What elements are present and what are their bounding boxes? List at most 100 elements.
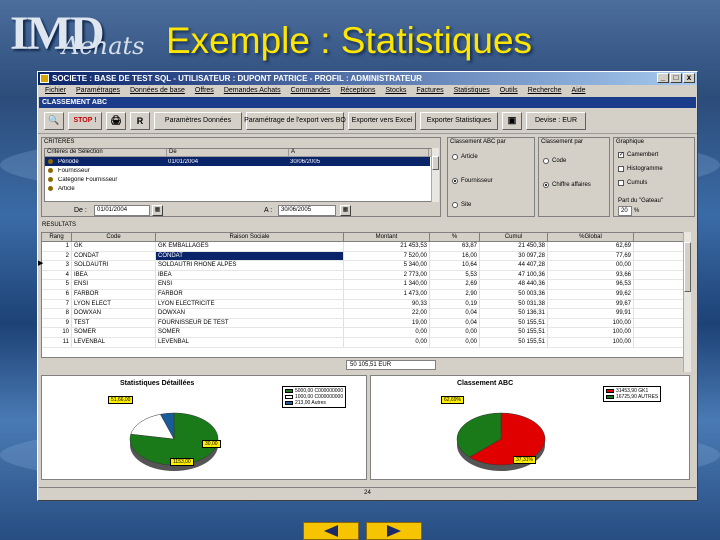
menu-item[interactable]: Factures <box>411 85 448 97</box>
grid-col-header[interactable]: Raison Sociale <box>156 233 344 241</box>
grid-cell: 11 <box>42 337 72 347</box>
radio-code[interactable]: Code <box>543 158 566 164</box>
radio-chiffre-affaires[interactable]: Chiffre affaires <box>543 182 591 188</box>
print-button[interactable]: 🖨 <box>106 111 126 130</box>
a-date-field[interactable]: 30/06/2005 <box>278 205 336 216</box>
status-bar: 24 <box>39 487 696 499</box>
legend-label: 213,00 Autres <box>295 400 326 406</box>
grid-cell: 10,64 <box>430 261 480 270</box>
criteria-row[interactable]: Période 01/01/2004 30/06/2005 <box>45 157 430 166</box>
table-row[interactable]: 10 SOMER SOMER 0,00 0,00 50 155,51 100,00 <box>42 328 686 338</box>
menu-item[interactable]: Aide <box>567 85 591 97</box>
grid-cell: 30 097,28 <box>480 251 548 261</box>
prev-slide-button[interactable] <box>303 522 359 540</box>
devise-icon-button[interactable]: ▣ <box>502 111 522 130</box>
table-row[interactable]: 4 IBEA IBEA 2 773,00 5,53 47 100,36 93,66 <box>42 270 686 281</box>
stop-button[interactable]: STOP ! <box>68 111 102 130</box>
results-total: 50 105,51 EUR <box>346 360 436 370</box>
menu-item[interactable]: Statistiques <box>449 85 495 97</box>
logo-sub-text: Achats <box>62 32 145 60</box>
r-button[interactable]: R <box>130 111 150 130</box>
parametres-donnees-button[interactable]: Paramètres Données <box>154 111 242 130</box>
a-calendar-button[interactable]: ▦ <box>340 205 351 216</box>
current-row-indicator: ▶ <box>38 260 44 267</box>
table-row[interactable]: 8 DOWXAN DOWXAN 22,00 0,04 50 136,31 99,91 <box>42 309 686 319</box>
minimize-button[interactable]: _ <box>657 73 669 83</box>
grid-col-header[interactable]: Cumul <box>480 233 548 241</box>
criteria-label: Période <box>58 158 79 165</box>
grid-cell: SOMER <box>72 328 156 337</box>
part-gateau-field[interactable]: 20 <box>618 206 632 216</box>
radio-article[interactable]: Article <box>452 154 478 160</box>
right-chart-title: Classement ABC <box>457 380 514 387</box>
menu-item[interactable]: Fichier <box>40 85 71 97</box>
table-row[interactable]: 7 LYON ELECT LYON ELECTRICITE 90,33 0,19 50 0… <box>42 299 686 310</box>
grid-col-header[interactable]: %Global <box>548 233 634 241</box>
criteria-header: CRITERES <box>44 139 75 145</box>
table-row[interactable]: 3 SOLDAUTRI SOLDAUTRI RHONE ALPES 5 340,00 1… <box>42 261 686 271</box>
radio-site[interactable]: Site <box>452 202 471 208</box>
legend-swatch <box>606 389 614 393</box>
menu-bar: Fichier Paramétrages Données de base Offres… <box>38 85 697 97</box>
close-button[interactable]: x <box>683 73 695 83</box>
right-chart-tag: 62,69% <box>441 396 464 404</box>
devise-button[interactable]: Devise : EUR <box>526 111 586 130</box>
export-bo-button[interactable]: Paramétrage de l'export vers BO <box>244 111 346 130</box>
checkbox-camembert[interactable]: ✓ Camembert <box>618 152 658 158</box>
grid-col-header[interactable]: Rang <box>42 233 72 241</box>
grid-cell: 2,69 <box>430 280 480 289</box>
grid-col-header[interactable]: Montant <box>344 233 430 241</box>
left-chart-tag: 1153,00 <box>170 458 194 466</box>
radio-label: Chiffre affaires <box>552 182 591 188</box>
next-slide-button[interactable] <box>366 522 422 540</box>
maximize-button[interactable]: □ <box>670 73 682 83</box>
grid-cell: 0,04 <box>430 318 480 328</box>
criteria-scrollbar[interactable] <box>431 148 439 202</box>
graphique-panel: Graphique ✓ Camembert Histogramme Cumuls Pa… <box>613 137 695 217</box>
de-calendar-button[interactable]: ▦ <box>152 205 163 216</box>
table-row[interactable]: 11 LEVENBAL LEVENBAL 0,00 0,00 50 155,51 100,0… <box>42 337 686 348</box>
menu-item[interactable]: Demandes Achats <box>219 85 286 97</box>
criteria-row[interactable]: Catégorie Fournisseur <box>45 175 430 184</box>
imd-logo: IMD Achats <box>4 4 154 64</box>
table-row[interactable]: 6 FARBOR FARBOR 1 473,00 2,90 50 003,36 99,62 <box>42 289 686 300</box>
grid-cell: 0,00 <box>344 337 430 347</box>
table-row[interactable]: 5 ENSI ENSI 1 340,00 2,69 48 440,36 96,53 <box>42 280 686 290</box>
menu-item[interactable]: Paramétrages <box>71 85 125 97</box>
grid-cell: FARBOR <box>156 289 344 299</box>
grid-cell: GK <box>72 242 156 251</box>
checkbox-cumuls[interactable]: Cumuls <box>618 180 647 186</box>
menu-item[interactable]: Stocks <box>380 85 411 97</box>
grid-col-header[interactable]: % <box>430 233 480 241</box>
grid-cell: 5,53 <box>430 270 480 280</box>
table-row[interactable]: 1 GK GK EMBALLAGES 21 453,53 63,87 21 450,38 6… <box>42 242 686 252</box>
slide-title: Exemple : Statistiques <box>166 20 533 61</box>
menu-item[interactable]: Outils <box>495 85 523 97</box>
export-excel-button[interactable]: Exporter vers Excel <box>348 111 416 130</box>
de-date-field[interactable]: 01/01/2004 <box>94 205 150 216</box>
export-stats-button[interactable]: Exporter Statistiques <box>420 111 498 130</box>
grid-cell: 9 <box>42 318 72 328</box>
grid-col-header[interactable]: Code <box>72 233 156 241</box>
table-row[interactable]: 9 TEST FOURNISSEUR DE TEST 19,00 0,04 50 155,… <box>42 318 686 329</box>
menu-item[interactable]: Données de base <box>125 85 190 97</box>
checkbox-histogramme[interactable]: Histogramme <box>618 166 663 172</box>
grid-cell: 50 155,51 <box>480 318 548 328</box>
search-binoculars-button[interactable]: 🔍 <box>44 111 64 130</box>
criteria-a: 30/06/2005 <box>290 158 321 165</box>
criteria-row[interactable]: Fournisseur <box>45 166 430 175</box>
calendar-icon: ▦ <box>342 207 349 213</box>
results-scrollbar[interactable] <box>683 232 691 372</box>
section-header: CLASSEMENT ABC <box>39 97 696 108</box>
menu-item[interactable]: Commandes <box>286 85 336 97</box>
menu-item[interactable]: Recherche <box>523 85 567 97</box>
right-pie-chart <box>456 412 546 471</box>
radio-fournisseur[interactable]: Fournisseur <box>452 178 493 184</box>
table-row[interactable]: 2 CONDAT CONDAT 7 520,00 16,00 30 097,28 77,69 <box>42 251 686 262</box>
bullet-icon <box>48 168 53 173</box>
criteria-row[interactable]: Article <box>45 184 430 193</box>
menu-item[interactable]: Offres <box>190 85 219 97</box>
left-chart-box: Statistiques Détaillées 5000,00 C0000000… <box>41 375 367 480</box>
grid-cell: 99,91 <box>548 309 634 318</box>
menu-item[interactable]: Réceptions <box>335 85 380 97</box>
